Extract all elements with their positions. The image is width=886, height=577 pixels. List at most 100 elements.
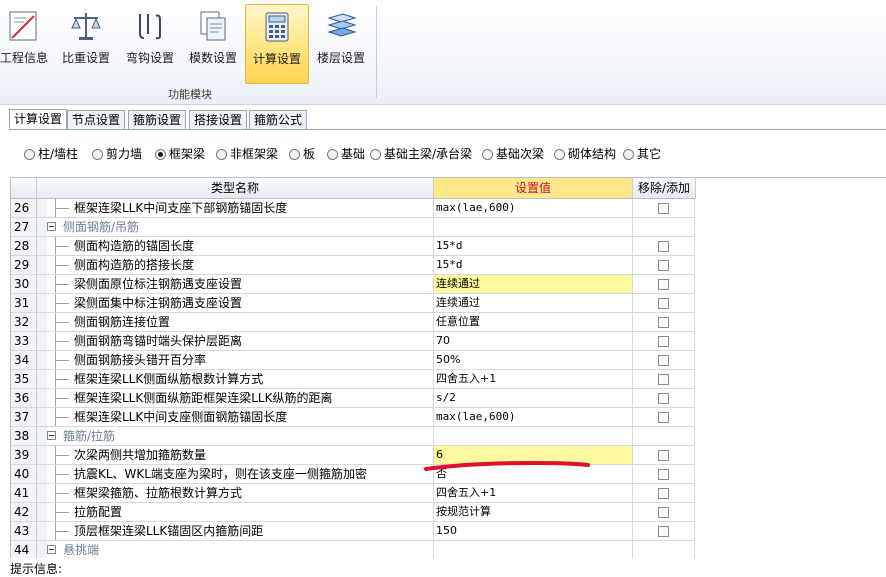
remove-add-checkbox[interactable]: [658, 355, 669, 366]
type-name-text: 侧面钢筋连接位置: [74, 315, 171, 329]
type-name-cell: 框架梁箍筋、拉筋根数计算方式: [47, 484, 434, 503]
remove-add-checkbox[interactable]: [658, 317, 669, 328]
header-setting-value[interactable]: 设置值: [434, 178, 633, 199]
radio-frame-beam[interactable]: 框架梁: [155, 146, 205, 162]
remove-add-checkbox[interactable]: [658, 260, 669, 271]
remove-add-checkbox[interactable]: [658, 298, 669, 309]
table-row[interactable]: 26 框架连梁LLK中间支座下部钢筋锚固长度 max(lae,600): [11, 199, 886, 218]
ribbon-group-label: 功能模块: [168, 88, 212, 101]
type-name-text: 侧面钢筋弯锚时端头保护层距离: [74, 334, 243, 348]
radio-masonry[interactable]: 砌体结构: [554, 146, 616, 162]
row-tree-gutter: [37, 484, 47, 503]
remove-add-checkbox[interactable]: [658, 488, 669, 499]
radio-shear-wall[interactable]: 剪力墙: [92, 146, 142, 162]
floor-settings-button[interactable]: 楼层设置: [313, 4, 369, 82]
radio-foundation-main-beam[interactable]: 基础主梁/承台梁: [370, 146, 472, 162]
remove-add-checkbox[interactable]: [658, 393, 669, 404]
calc-settings-button[interactable]: 计算设置: [245, 4, 309, 84]
table-row[interactable]: 37 框架连梁LLK中间支座侧面钢筋锚固长度 max(lae,600): [11, 408, 886, 427]
remove-add-checkbox[interactable]: [658, 336, 669, 347]
setting-value-cell: [434, 541, 633, 558]
remove-add-checkbox[interactable]: [658, 507, 669, 518]
radio-foundation-secondary-beam[interactable]: 基础次梁: [482, 146, 544, 162]
radio-foundation[interactable]: 基础: [327, 146, 365, 162]
radio-circle: [289, 149, 300, 160]
group-row[interactable]: 38 箍筋/拉筋: [11, 427, 886, 446]
setting-value-cell[interactable]: 70: [434, 332, 633, 351]
header-remove-add[interactable]: 移除/添加: [633, 178, 696, 199]
radio-circle: [24, 149, 35, 160]
group-row[interactable]: 44 悬挑端: [11, 541, 886, 558]
remove-add-checkbox[interactable]: [658, 241, 669, 252]
table-row[interactable]: 41 框架梁箍筋、拉筋根数计算方式 四舍五入+1: [11, 484, 886, 503]
collapse-icon[interactable]: [47, 222, 56, 231]
remove-add-checkbox[interactable]: [658, 526, 669, 537]
radio-circle: [155, 149, 166, 160]
table-row[interactable]: 31 梁侧面集中标注钢筋遇支座设置 连续通过: [11, 294, 886, 313]
tab-stirrup-settings[interactable]: 箍筋设置: [128, 110, 187, 130]
setting-value-cell[interactable]: max(lae,600): [434, 199, 633, 218]
setting-value-cell[interactable]: 四舍五入+1: [434, 370, 633, 389]
remove-add-cell: [633, 237, 695, 256]
setting-value-cell[interactable]: 150: [434, 522, 633, 541]
remove-add-checkbox[interactable]: [658, 450, 669, 461]
remove-add-cell: [633, 408, 695, 427]
tab-calc-settings[interactable]: 计算设置: [9, 109, 68, 130]
radio-label: 非框架梁: [230, 147, 279, 161]
radio-column[interactable]: 柱/墙柱: [24, 146, 78, 162]
tab-node-settings[interactable]: 节点设置: [67, 110, 126, 130]
type-name-cell: 侧面构造筋的锚固长度: [47, 237, 434, 256]
row-tree-gutter: [37, 275, 47, 294]
radio-slab[interactable]: 板: [289, 146, 315, 162]
remove-add-cell: [633, 522, 695, 541]
setting-value-cell[interactable]: 15*d: [434, 256, 633, 275]
setting-value-cell[interactable]: 50%: [434, 351, 633, 370]
remove-add-checkbox[interactable]: [658, 469, 669, 480]
setting-value-cell[interactable]: s/2: [434, 389, 633, 408]
table-row[interactable]: 35 框架连梁LLK侧面纵筋根数计算方式 四舍五入+1: [11, 370, 886, 389]
group-row[interactable]: 27 侧面钢筋/吊筋: [11, 218, 886, 237]
type-name-text: 框架梁箍筋、拉筋根数计算方式: [74, 486, 243, 500]
remove-add-checkbox[interactable]: [658, 374, 669, 385]
hook-settings-button[interactable]: 弯钩设置: [122, 4, 178, 82]
row-number: 39: [11, 446, 37, 465]
table-row[interactable]: 34 侧面钢筋接头错开百分率 50%: [11, 351, 886, 370]
setting-value-cell[interactable]: 连续通过: [434, 275, 633, 294]
table-row[interactable]: 33 侧面钢筋弯锚时端头保护层距离 70: [11, 332, 886, 351]
setting-value-cell[interactable]: 按规范计算: [434, 503, 633, 522]
remove-add-checkbox[interactable]: [658, 203, 669, 214]
project-info-button[interactable]: 工程信息: [0, 4, 48, 82]
tab-divider: [9, 129, 886, 130]
setting-value-cell[interactable]: 四舍五入+1: [434, 484, 633, 503]
row-tree-gutter: [37, 294, 47, 313]
tree-branch: [55, 379, 69, 380]
setting-value-cell[interactable]: 任意位置: [434, 313, 633, 332]
ribbon-separator: [376, 6, 377, 98]
radio-non-frame-beam[interactable]: 非框架梁: [216, 146, 278, 162]
table-row[interactable]: 30 梁侧面原位标注钢筋遇支座设置 连续通过: [11, 275, 886, 294]
table-row[interactable]: 28 侧面构造筋的锚固长度 15*d: [11, 237, 886, 256]
tab-lap-settings[interactable]: 搭接设置: [189, 110, 248, 130]
modulus-settings-button[interactable]: 模数设置: [185, 4, 241, 82]
collapse-icon[interactable]: [47, 545, 56, 554]
setting-value-cell[interactable]: 连续通过: [434, 294, 633, 313]
row-tree-gutter: [37, 541, 47, 558]
header-type-name[interactable]: 类型名称: [37, 178, 434, 199]
remove-add-checkbox[interactable]: [658, 279, 669, 290]
table-row[interactable]: 42 拉筋配置 按规范计算: [11, 503, 886, 522]
table-row[interactable]: 32 侧面钢筋连接位置 任意位置: [11, 313, 886, 332]
setting-value-cell[interactable]: max(lae,600): [434, 408, 633, 427]
table-row[interactable]: 43 顶层框架连梁LLK锚固区内箍筋间距 150: [11, 522, 886, 541]
remove-add-checkbox[interactable]: [658, 412, 669, 423]
setting-value-cell[interactable]: 15*d: [434, 237, 633, 256]
gravity-settings-button[interactable]: 比重设置: [58, 4, 114, 82]
tab-stirrup-formula[interactable]: 箍筋公式: [249, 110, 308, 130]
row-tree-gutter: [37, 389, 47, 408]
floor-stack-icon: [327, 13, 357, 37]
collapse-icon[interactable]: [47, 431, 56, 440]
radio-other[interactable]: 其它: [623, 146, 661, 162]
row-tree-gutter: [37, 256, 47, 275]
table-row[interactable]: 36 框架连梁LLK侧面纵筋距框架连梁LLK纵筋的距离 s/2: [11, 389, 886, 408]
table-row[interactable]: 29 侧面构造筋的搭接长度 15*d: [11, 256, 886, 275]
tree-branch: [55, 208, 69, 209]
